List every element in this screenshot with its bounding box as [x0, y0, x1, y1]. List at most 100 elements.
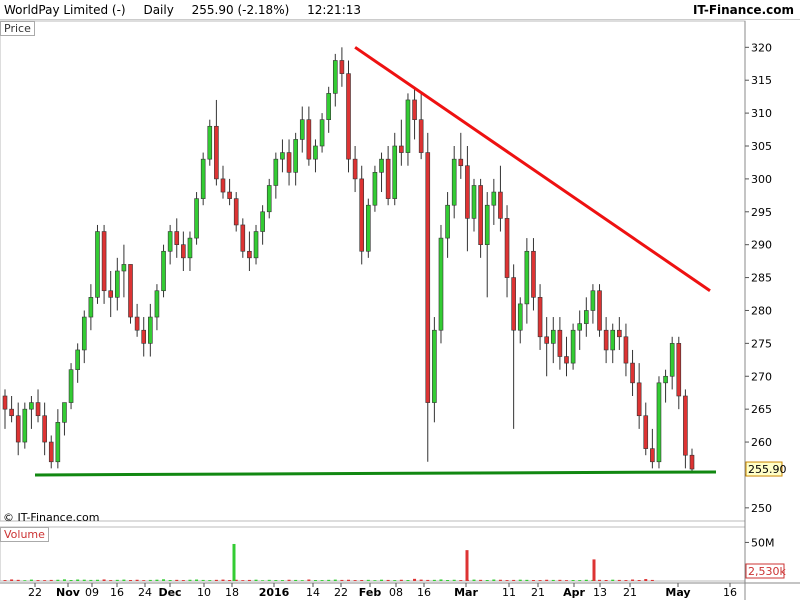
candle-body — [88, 297, 94, 318]
candle-body — [379, 158, 384, 173]
candle-body — [81, 316, 87, 351]
candle-body — [531, 250, 536, 298]
candle-body — [465, 165, 470, 219]
volume-bar — [307, 579, 311, 581]
candle-body — [128, 264, 133, 318]
y-tick-label: 275 — [751, 337, 772, 350]
volume-bar — [604, 579, 608, 581]
x-tick-label: Apr — [563, 586, 585, 599]
volume-bar — [274, 579, 278, 581]
candle-body — [227, 191, 232, 199]
volume-bar — [267, 579, 271, 581]
candle-body — [134, 316, 140, 331]
volume-bar — [135, 579, 139, 581]
candle-body — [557, 329, 563, 357]
stock-chart[interactable]: 250 260 265 270 275 280 285 290 295 300 305 310 315 3… — [0, 0, 800, 600]
volume-bar — [479, 579, 483, 581]
y-tick-label: 300 — [751, 173, 772, 186]
candle-body — [35, 402, 41, 417]
candle-body — [194, 198, 199, 239]
volume-bar — [23, 580, 27, 581]
x-tick-label: 2016 — [259, 586, 290, 599]
candle-body — [48, 441, 54, 463]
candle-body — [511, 277, 516, 331]
y-tick-label: 260 — [751, 436, 772, 449]
x-tick-label: Feb — [359, 586, 382, 599]
volume-bar — [406, 579, 410, 581]
y-tick-label: 320 — [751, 41, 772, 54]
candle-body — [656, 382, 662, 463]
volume-bar — [531, 579, 535, 581]
x-tick-label: May — [665, 586, 690, 599]
x-tick-label: Dec — [158, 586, 181, 599]
volume-bar — [287, 579, 291, 581]
candle-body — [352, 158, 358, 180]
volume-bar — [333, 579, 337, 581]
volume-spike-bar — [232, 543, 236, 581]
volume-bar — [29, 579, 33, 581]
volume-bar — [373, 580, 377, 581]
volume-bar — [584, 579, 588, 581]
y-tick-label: 280 — [751, 304, 772, 317]
candle-body — [220, 178, 226, 193]
candle-body — [187, 237, 193, 259]
candle-body — [676, 343, 682, 397]
candle-body — [550, 329, 556, 344]
candle-body — [663, 375, 668, 384]
volume-bar — [617, 579, 621, 581]
candle-body — [319, 119, 325, 147]
candle-body — [260, 211, 265, 232]
y-tick-label: 315 — [751, 74, 772, 87]
candle-body — [75, 349, 80, 370]
candle-body — [359, 178, 365, 252]
candle-body — [121, 264, 127, 272]
candle-body — [491, 191, 497, 206]
x-tick-label: 14 — [306, 586, 320, 599]
y-tick-label: 310 — [751, 107, 772, 120]
volume-bar — [76, 579, 80, 581]
volume-bar — [254, 579, 258, 581]
volume-bar — [426, 579, 430, 581]
volume-bar — [56, 579, 60, 581]
candle-body — [412, 99, 417, 120]
candle-body — [570, 329, 576, 364]
volume-bar — [598, 579, 602, 581]
volume-bar — [512, 579, 516, 581]
volume-last-label: 2,530k — [748, 565, 786, 578]
volume-bar — [109, 580, 113, 581]
candle-body — [504, 218, 510, 278]
candle-body — [590, 290, 596, 311]
volume-bar — [320, 580, 324, 581]
candle-body — [346, 73, 351, 160]
candle-body — [167, 231, 173, 252]
volume-bar — [578, 580, 582, 581]
volume-bar — [261, 580, 265, 581]
candle-body — [471, 185, 477, 219]
candle-body — [141, 329, 147, 344]
candle-body — [683, 395, 688, 456]
volume-bar — [148, 579, 152, 581]
volume-bar — [505, 580, 509, 581]
candle-body — [42, 415, 47, 443]
x-tick-label: 16 — [110, 586, 124, 599]
candle-body — [2, 395, 8, 410]
candle-body — [517, 303, 523, 331]
volume-bar — [366, 579, 370, 581]
x-tick-label: 13 — [593, 586, 607, 599]
volume-bar — [241, 580, 245, 581]
x-tick-label: 21 — [623, 586, 637, 599]
volume-bar — [446, 579, 450, 581]
candle-body — [339, 60, 345, 74]
candle-body — [108, 290, 113, 298]
volume-bar — [188, 579, 192, 581]
candle-body — [418, 119, 424, 153]
candle-body — [293, 139, 298, 173]
volume-bar — [551, 579, 555, 581]
x-tick-label: 24 — [138, 586, 152, 599]
candle-body — [399, 145, 404, 153]
x-tick-label: 08 — [389, 586, 403, 599]
candle-body — [306, 119, 312, 160]
candle-body — [636, 382, 642, 417]
volume-bar — [611, 579, 615, 581]
x-tick-label: 21 — [531, 586, 545, 599]
